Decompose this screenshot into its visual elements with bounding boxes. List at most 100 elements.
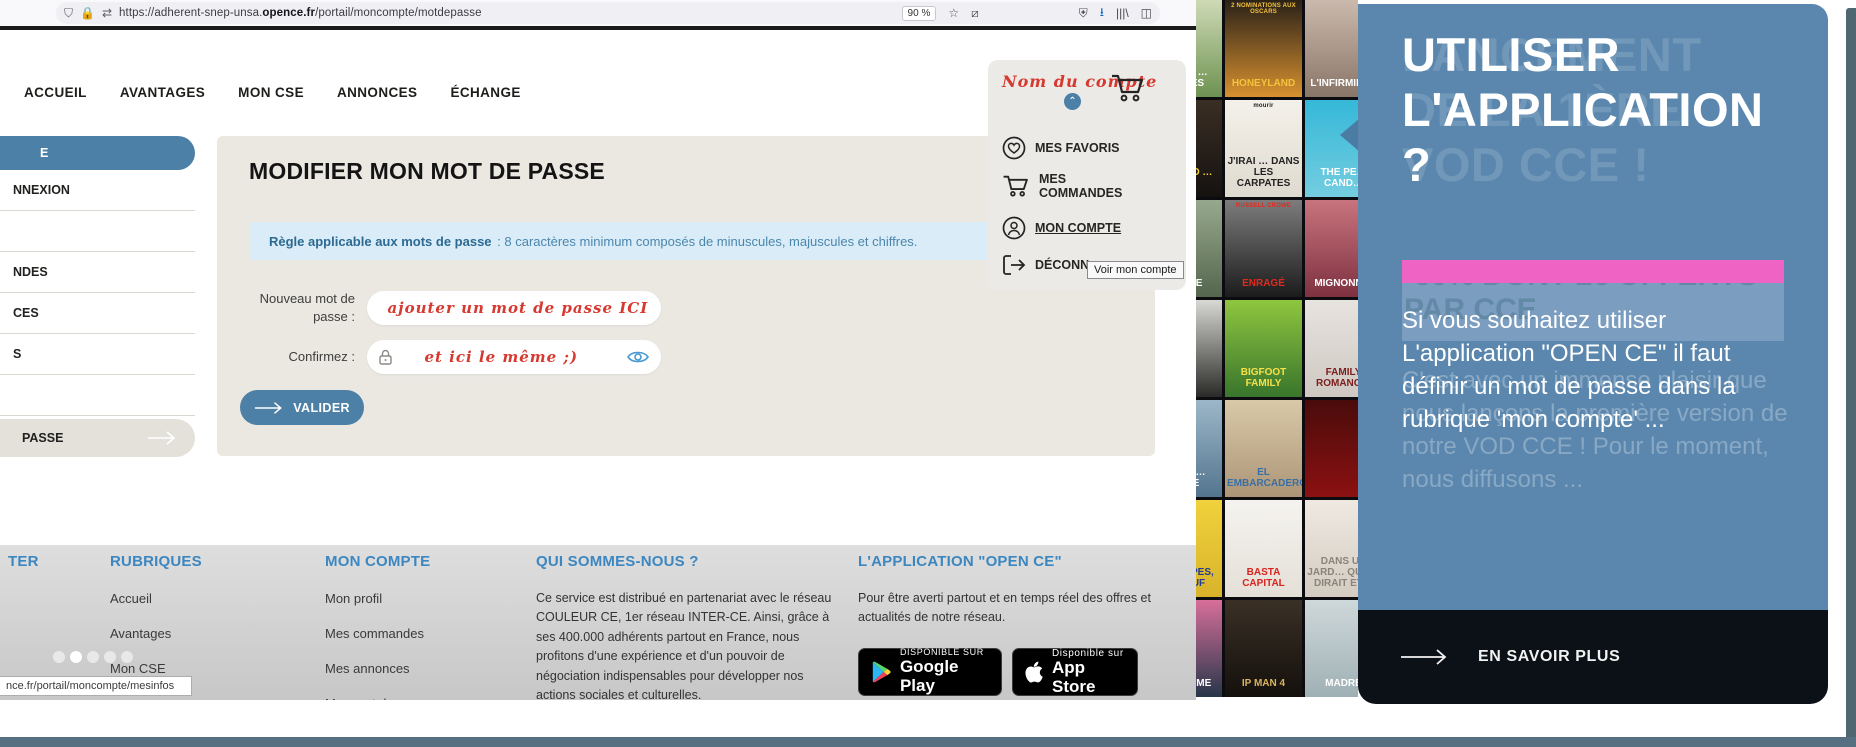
sidebar-item-annonces[interactable]: CES bbox=[0, 293, 195, 334]
carousel-dots bbox=[53, 651, 133, 663]
poster-tile[interactable]: mourir J'irai … dans les Carpates bbox=[1225, 100, 1302, 197]
poster-tile[interactable]: EL EMBARCADERO bbox=[1225, 400, 1302, 497]
slide-body: Si vous souhaitez utiliser L'application… bbox=[1402, 307, 1736, 434]
arrow-right-icon bbox=[1401, 649, 1447, 665]
confirm-password-label: Confirmez : bbox=[288, 349, 355, 365]
menu-item-commandes[interactable]: MES COMMANDES bbox=[1002, 172, 1129, 201]
poster-tile[interactable]: DANS UN JARD… QU'ON DIRAIT ET… bbox=[1305, 500, 1358, 597]
sidebar-item-connexion[interactable]: NNEXION bbox=[0, 170, 195, 211]
footer-link-mescommandes[interactable]: Mes commandes bbox=[325, 626, 432, 641]
poster-tile[interactable]: …ITE bbox=[1196, 300, 1222, 397]
chevron-up-icon[interactable]: ⌃ bbox=[1064, 93, 1081, 110]
cart-icon[interactable] bbox=[1110, 72, 1146, 104]
sidebar-item-hidden-2[interactable] bbox=[0, 375, 195, 416]
url-text[interactable]: https://adherent-snep-unsa.opence.fr/por… bbox=[119, 7, 482, 19]
poster-tile[interactable]: FAMILY ROMANC… bbox=[1305, 300, 1358, 397]
footer-heading-application: L'APPLICATION "OPEN CE" bbox=[858, 553, 1062, 570]
carousel-dot[interactable] bbox=[121, 651, 133, 663]
bottom-bar bbox=[0, 737, 1856, 747]
protections-shield-icon[interactable]: ⛨ bbox=[1079, 6, 1088, 21]
new-password-label: Nouveau mot de passe : bbox=[259, 291, 355, 324]
app-store-badge[interactable]: Disponible sur App Store bbox=[1012, 648, 1138, 696]
en-savoir-plus-button[interactable]: EN SAVOIR PLUS bbox=[1358, 610, 1828, 704]
poster-tile[interactable]: MIGNONN… bbox=[1305, 200, 1358, 297]
footer-link-monmotdepasse[interactable]: Mon mot de passe bbox=[325, 696, 432, 700]
carousel-dot[interactable] bbox=[104, 651, 116, 663]
poster-tile[interactable]: …ME …PES, …C …UF bbox=[1196, 500, 1222, 597]
footer-link-moncse[interactable]: Mon CSE bbox=[110, 661, 202, 676]
poster-tile[interactable]: RUSSELL CROWE ENRAGÉ bbox=[1225, 200, 1302, 297]
footer-link-monprofil[interactable]: Mon profil bbox=[325, 591, 432, 606]
carousel-prev-arrow-icon[interactable] bbox=[1340, 118, 1360, 152]
carousel-dot[interactable] bbox=[87, 651, 99, 663]
slide-heading: UTILISER L'APPLICATION ? bbox=[1402, 28, 1764, 191]
page-top-divider bbox=[0, 26, 1196, 30]
apple-icon bbox=[1025, 661, 1043, 683]
shield-icon[interactable]: ⛉ bbox=[64, 6, 73, 21]
sidebar-item-hidden-1[interactable] bbox=[0, 211, 195, 252]
zoom-level-badge[interactable]: 90 % bbox=[901, 5, 937, 21]
vod-promo-slide: LANCEMENT DE LA 1ÈRE VOD CCE ! UTILISER … bbox=[1358, 4, 1828, 704]
user-icon bbox=[1002, 216, 1026, 240]
valider-button[interactable]: VALIDER bbox=[240, 390, 364, 425]
show-password-eye-icon[interactable] bbox=[648, 301, 649, 315]
poster-tile[interactable]: …Fille bbox=[1196, 200, 1222, 297]
poster-tile[interactable]: 2 NOMINATIONS AUX OSCARS HONEYLAND bbox=[1225, 0, 1302, 97]
sidebar-item-commandes[interactable]: NDES bbox=[0, 252, 195, 293]
footer-link-mesannonces[interactable]: Mes annonces bbox=[325, 661, 432, 676]
footer-heading-moncompte: MON COMPTE bbox=[325, 553, 431, 570]
sidebar-item-motdepasse[interactable]: PASSE bbox=[0, 419, 195, 457]
password-annotation: ajouter un mot de passe ICI bbox=[387, 298, 649, 317]
page-title: MODIFIER MON MOT DE PASSE bbox=[249, 158, 605, 184]
translate-disabled-icon[interactable]: ⧄ bbox=[971, 6, 979, 21]
arrow-right-icon bbox=[148, 431, 176, 445]
footer-heading-contacter-fragment: TER bbox=[8, 553, 39, 570]
download-icon[interactable]: ⭳ bbox=[1100, 3, 1104, 24]
nav-item-annonces[interactable]: ANNONCES bbox=[337, 85, 417, 100]
nav-item-echange[interactable]: ÉCHANGE bbox=[450, 85, 520, 100]
carousel-dot[interactable] bbox=[53, 651, 65, 663]
poster-tile[interactable]: IP MAN 4 bbox=[1225, 600, 1302, 697]
new-password-input[interactable]: ajouter un mot de passe ICI bbox=[367, 290, 661, 325]
en-savoir-plus-label: EN SAVOIR PLUS bbox=[1478, 648, 1621, 665]
poster-tile[interactable]: CER… …RIQUE bbox=[1196, 400, 1222, 497]
menu-item-deconnexion[interactable]: DÉCONN bbox=[1002, 254, 1089, 276]
nav-item-avantages[interactable]: AVANTAGES bbox=[120, 85, 205, 100]
carousel-dot[interactable] bbox=[70, 651, 82, 663]
bookmark-star-icon[interactable]: ☆ bbox=[948, 6, 959, 20]
about-text: Ce service est distribué en partenariat … bbox=[536, 591, 832, 700]
poster-tile[interactable] bbox=[1305, 400, 1358, 497]
lock-icon[interactable]: 🔒 bbox=[80, 6, 95, 20]
menu-item-favoris[interactable]: MES FAVORIS bbox=[1002, 136, 1120, 160]
show-password-eye-icon[interactable] bbox=[627, 350, 649, 364]
footer-heading-quisommesnous: QUI SOMMES-NOUS ? bbox=[536, 553, 699, 570]
google-play-icon bbox=[872, 661, 891, 683]
poster-tile[interactable]: BIGFOOT FAMILY bbox=[1225, 300, 1302, 397]
poster-tile[interactable]: …E FEMME bbox=[1196, 600, 1222, 697]
poster-tile[interactable]: BAMAKO …ICA bbox=[1196, 100, 1222, 197]
vod-poster-wall: …ette …vennes2 NOMINATIONS AUX OSCARSHON… bbox=[1196, 0, 1358, 697]
valider-label: VALIDER bbox=[293, 400, 350, 415]
menu-item-mon-compte[interactable]: MON COMPTE bbox=[1002, 216, 1121, 240]
poster-tile[interactable]: L'INFIRMIÈRE♥ bbox=[1305, 0, 1358, 97]
arrow-right-icon bbox=[254, 401, 282, 414]
confirm-password-input[interactable]: et ici le même ;) bbox=[367, 340, 661, 374]
footer-link-accueil[interactable]: Accueil bbox=[110, 591, 202, 606]
sidebar-item-favoris[interactable]: S bbox=[0, 334, 195, 375]
url-bar[interactable]: ⛉ 🔒 ⇄ https://adherent-snep-unsa.opence.… bbox=[56, 2, 1160, 24]
footer-link-avantages[interactable]: Avantages bbox=[110, 626, 202, 641]
nav-item-accueil[interactable]: ACCUEIL bbox=[24, 85, 87, 100]
footer-heading-rubriques: RUBRIQUES bbox=[110, 553, 202, 570]
poster-tile[interactable]: madre♥ bbox=[1305, 600, 1358, 697]
poster-tile[interactable]: …ette …vennes bbox=[1196, 0, 1222, 97]
next-slide-edge[interactable] bbox=[1846, 8, 1856, 747]
library-icon[interactable]: |||\ bbox=[1116, 6, 1129, 20]
nav-item-moncse[interactable]: MON CSE bbox=[238, 85, 304, 100]
permissions-icon[interactable]: ⇄ bbox=[102, 6, 112, 20]
sidebar-toggle-icon[interactable]: ◫ bbox=[1141, 6, 1152, 20]
account-sidebar: E NNEXION NDES CES S PASSE bbox=[0, 136, 195, 457]
poster-tile[interactable]: BASTA CAPITAL bbox=[1225, 500, 1302, 597]
account-name-annotation: Nom du compte bbox=[1002, 72, 1158, 91]
google-play-badge[interactable]: DISPONIBLE SUR Google Play bbox=[858, 647, 1002, 696]
sidebar-item-active[interactable]: E bbox=[0, 136, 195, 170]
